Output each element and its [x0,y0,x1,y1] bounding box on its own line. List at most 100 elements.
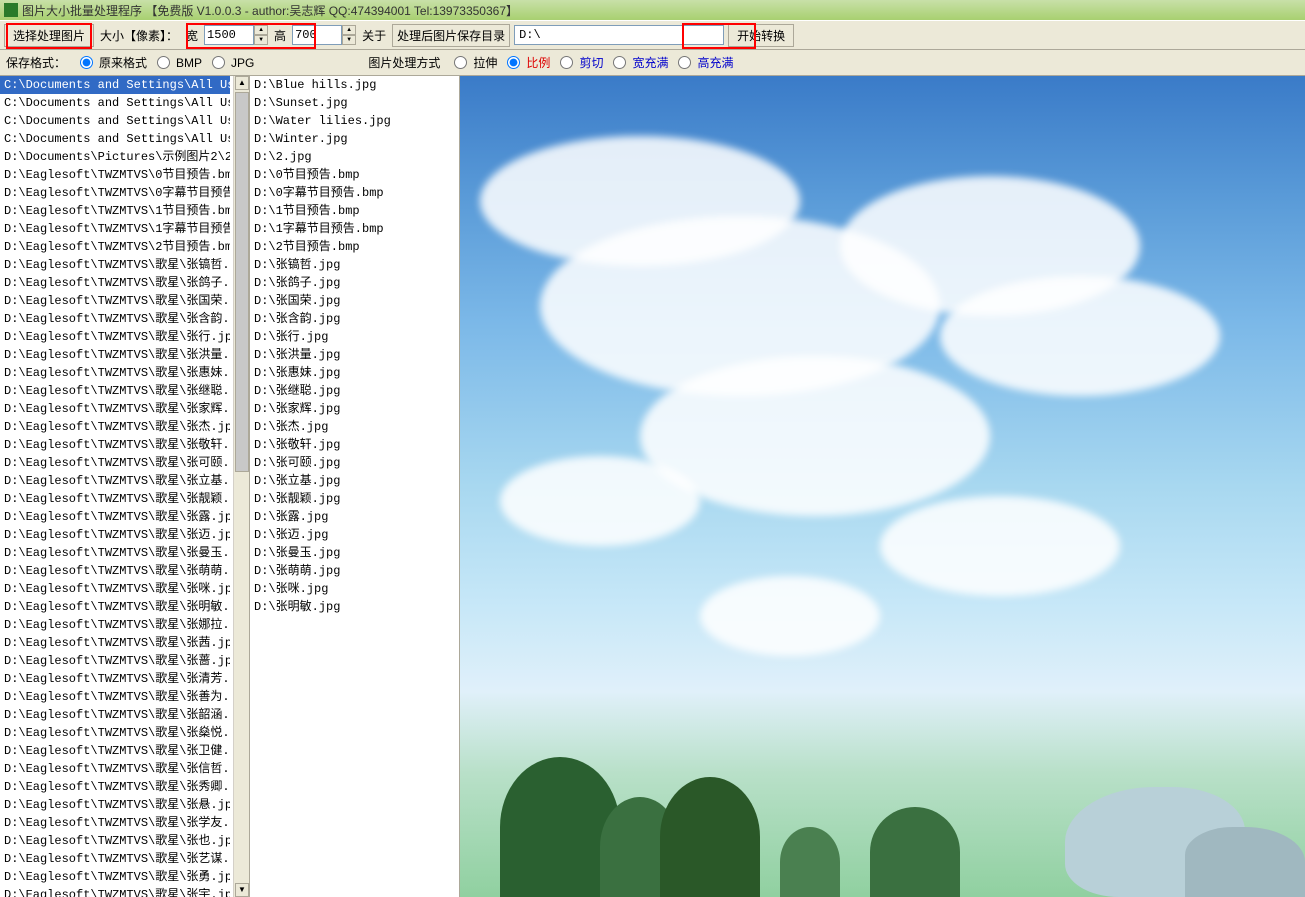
list-item[interactable]: D:\Eaglesoft\TWZMTVS\2节目预告.bmp [0,238,230,256]
list-item[interactable]: D:\张惠妹.jpg [250,364,459,382]
list-item[interactable]: D:\Eaglesoft\TWZMTVS\歌星\张杰.jpg [0,418,230,436]
list-item[interactable]: D:\Eaglesoft\TWZMTVS\歌星\张靓颖.jpg [0,490,230,508]
list-item[interactable]: D:\张露.jpg [250,508,459,526]
height-down[interactable]: ▼ [342,35,356,45]
height-up[interactable]: ▲ [342,25,356,35]
list-item[interactable]: D:\张行.jpg [250,328,459,346]
list-item[interactable]: C:\Documents and Settings\All Users.WINI [0,130,230,148]
list-item[interactable]: D:\张萌萌.jpg [250,562,459,580]
process-heightfill-radio[interactable] [678,56,691,69]
width-spinner[interactable]: ▲▼ [204,25,268,45]
list-item[interactable]: D:\Eaglesoft\TWZMTVS\1节目预告.bmp [0,202,230,220]
list-item[interactable]: D:\Eaglesoft\TWZMTVS\歌星\张蔷.jpg [0,652,230,670]
list-item[interactable]: D:\张鸽子.jpg [250,274,459,292]
scroll-thumb[interactable] [235,92,249,472]
list-item[interactable]: D:\Winter.jpg [250,130,459,148]
list-item[interactable]: D:\2节目预告.bmp [250,238,459,256]
list-item[interactable]: D:\张家辉.jpg [250,400,459,418]
scroll-up-icon[interactable]: ▲ [235,76,249,90]
list-item[interactable]: D:\Eaglesoft\TWZMTVS\歌星\张学友.jpg [0,814,230,832]
format-jpg-radio[interactable] [212,56,225,69]
start-convert-button[interactable]: 开始转换 [728,24,794,47]
source-file-list[interactable]: C:\Documents and Settings\All Users.WINI… [0,76,250,897]
height-spinner[interactable]: ▲▼ [292,25,356,45]
list-item[interactable]: D:\Eaglesoft\TWZMTVS\歌星\张艺谋.jpg [0,850,230,868]
list-item[interactable]: D:\Documents\Pictures\示例图片2\2.jpg [0,148,230,166]
format-bmp-radio[interactable] [157,56,170,69]
list-item[interactable]: D:\Eaglesoft\TWZMTVS\歌星\张卫健.jpg [0,742,230,760]
list-item[interactable]: D:\张明敏.jpg [250,598,459,616]
list-item[interactable]: D:\Eaglesoft\TWZMTVS\歌星\张洪量.jpg [0,346,230,364]
list-item[interactable]: D:\Eaglesoft\TWZMTVS\歌星\张勇.jpg [0,868,230,886]
list-item[interactable]: D:\Eaglesoft\TWZMTVS\歌星\张也.jpg [0,832,230,850]
list-item[interactable]: D:\张洪量.jpg [250,346,459,364]
list-item[interactable]: D:\Eaglesoft\TWZMTVS\歌星\张可颐.jpg [0,454,230,472]
list-item[interactable]: D:\Eaglesoft\TWZMTVS\歌星\张露.jpg [0,508,230,526]
list-item[interactable]: D:\张迈.jpg [250,526,459,544]
format-original-radio[interactable] [80,56,93,69]
list-item[interactable]: D:\Eaglesoft\TWZMTVS\0节目预告.bmp [0,166,230,184]
list-item[interactable]: D:\张镐哲.jpg [250,256,459,274]
list-item[interactable]: D:\0节目预告.bmp [250,166,459,184]
list-item[interactable]: D:\Eaglesoft\TWZMTVS\歌星\张秀卿.jpg [0,778,230,796]
list-item[interactable]: D:\Eaglesoft\TWZMTVS\歌星\张咪.jpg [0,580,230,598]
list-item[interactable]: D:\Eaglesoft\TWZMTVS\歌星\张茜.jpg [0,634,230,652]
list-item[interactable]: D:\Sunset.jpg [250,94,459,112]
process-crop-radio[interactable] [560,56,573,69]
list-item[interactable]: D:\张敬轩.jpg [250,436,459,454]
list-item[interactable]: D:\Eaglesoft\TWZMTVS\歌星\张曼玉.jpg [0,544,230,562]
list-item[interactable]: D:\Eaglesoft\TWZMTVS\歌星\张敬轩.jpg [0,436,230,454]
save-dir-label[interactable]: 处理后图片保存目录 [392,24,510,47]
list-item[interactable]: D:\1字幕节目预告.bmp [250,220,459,238]
list-item[interactable]: D:\Eaglesoft\TWZMTVS\0字幕节目预告.bmp [0,184,230,202]
list-item[interactable]: D:\Eaglesoft\TWZMTVS\歌星\张韶涵.jpg [0,706,230,724]
list-item[interactable]: D:\Eaglesoft\TWZMTVS\歌星\张信哲.jpg [0,760,230,778]
list-item[interactable]: D:\Eaglesoft\TWZMTVS\1字幕节目预告.bmp [0,220,230,238]
list-item[interactable]: D:\张立基.jpg [250,472,459,490]
list-item[interactable]: D:\Water lilies.jpg [250,112,459,130]
list-item[interactable]: D:\Eaglesoft\TWZMTVS\歌星\张含韵.jpg [0,310,230,328]
process-widthfill-radio[interactable] [613,56,626,69]
list-item[interactable]: C:\Documents and Settings\All Users.WINI [0,76,230,94]
list-item[interactable]: D:\Eaglesoft\TWZMTVS\歌星\张燊悦.jpg [0,724,230,742]
list-item[interactable]: D:\Eaglesoft\TWZMTVS\歌星\张善为.jpg [0,688,230,706]
about-label[interactable]: 关于 [360,27,388,44]
list-item[interactable]: D:\Eaglesoft\TWZMTVS\歌星\张立基.jpg [0,472,230,490]
list-item[interactable]: D:\Eaglesoft\TWZMTVS\歌星\张镐哲.jpg [0,256,230,274]
list-item[interactable]: D:\Eaglesoft\TWZMTVS\歌星\张明敏.jpg [0,598,230,616]
list-item[interactable]: D:\Eaglesoft\TWZMTVS\歌星\张行.jpg [0,328,230,346]
list-item[interactable]: C:\Documents and Settings\All Users.WINI [0,94,230,112]
list-item[interactable]: D:\张曼玉.jpg [250,544,459,562]
list-item[interactable]: D:\张杰.jpg [250,418,459,436]
list-item[interactable]: D:\Eaglesoft\TWZMTVS\歌星\张国荣.jpg [0,292,230,310]
list-item[interactable]: D:\2.jpg [250,148,459,166]
list-item[interactable]: D:\Eaglesoft\TWZMTVS\歌星\张萌萌.jpg [0,562,230,580]
list-item[interactable]: D:\张可颐.jpg [250,454,459,472]
list-item[interactable]: D:\Eaglesoft\TWZMTVS\歌星\张悬.jpg [0,796,230,814]
list-item[interactable]: D:\Eaglesoft\TWZMTVS\歌星\张宇.jpg [0,886,230,897]
list-item[interactable]: D:\Eaglesoft\TWZMTVS\歌星\张继聪.jpg [0,382,230,400]
list-item[interactable]: D:\张含韵.jpg [250,310,459,328]
width-up[interactable]: ▲ [254,25,268,35]
width-down[interactable]: ▼ [254,35,268,45]
output-file-list[interactable]: D:\Blue hills.jpgD:\Sunset.jpgD:\Water l… [250,76,460,897]
list-item[interactable]: D:\Eaglesoft\TWZMTVS\歌星\张鸽子.jpg [0,274,230,292]
list-item[interactable]: D:\张靓颖.jpg [250,490,459,508]
list-item[interactable]: D:\Eaglesoft\TWZMTVS\歌星\张娜拉.jpg [0,616,230,634]
list-item[interactable]: D:\Eaglesoft\TWZMTVS\歌星\张家辉.jpg [0,400,230,418]
list-item[interactable]: D:\Eaglesoft\TWZMTVS\歌星\张迈.jpg [0,526,230,544]
process-ratio-radio[interactable] [507,56,520,69]
left-scrollbar[interactable]: ▲ ▼ [233,76,249,897]
list-item[interactable]: C:\Documents and Settings\All Users.WINI [0,112,230,130]
width-input[interactable] [204,25,254,45]
height-input[interactable] [292,25,342,45]
list-item[interactable]: D:\1节目预告.bmp [250,202,459,220]
list-item[interactable]: D:\张国荣.jpg [250,292,459,310]
list-item[interactable]: D:\张咪.jpg [250,580,459,598]
save-dir-input[interactable] [514,25,724,45]
list-item[interactable]: D:\Blue hills.jpg [250,76,459,94]
process-stretch-radio[interactable] [454,56,467,69]
select-images-button[interactable]: 选择处理图片 [4,24,94,47]
list-item[interactable]: D:\0字幕节目预告.bmp [250,184,459,202]
list-item[interactable]: D:\张继聪.jpg [250,382,459,400]
